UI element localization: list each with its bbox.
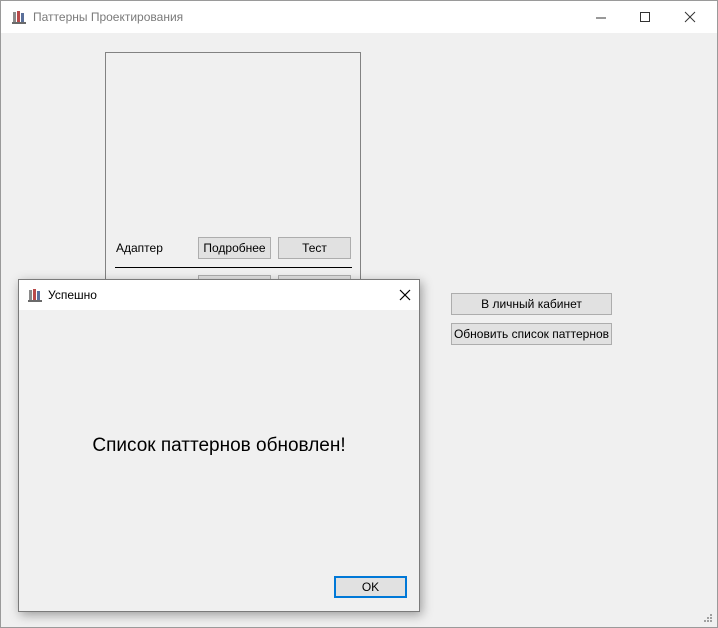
window-title: Паттерны Проектирования	[33, 10, 184, 24]
close-icon	[684, 11, 696, 23]
dialog-titlebar[interactable]: Успешно	[19, 280, 419, 310]
resize-grip-icon[interactable]	[703, 613, 713, 623]
minimize-icon	[596, 17, 606, 19]
refresh-patterns-button[interactable]: Обновить список паттернов	[451, 323, 612, 345]
app-icon	[12, 10, 26, 24]
dialog-message: Список паттернов обновлен!	[92, 435, 346, 456]
main-titlebar[interactable]: Паттерны Проектирования	[1, 1, 717, 33]
dialog-app-icon	[28, 288, 42, 302]
close-button[interactable]	[667, 1, 713, 33]
dialog-close-button[interactable]	[389, 280, 419, 310]
maximize-icon	[640, 12, 650, 22]
close-icon	[399, 289, 411, 301]
pattern-name: Адаптер	[116, 241, 163, 255]
personal-cabinet-button[interactable]: В личный кабинет	[451, 293, 612, 315]
minimize-button[interactable]	[578, 1, 624, 33]
ok-button[interactable]: OK	[334, 576, 407, 598]
row-separator	[115, 267, 352, 268]
maximize-button[interactable]	[622, 1, 668, 33]
details-button[interactable]: Подробнее	[198, 237, 271, 259]
test-button[interactable]: Тест	[278, 237, 351, 259]
dialog-title: Успешно	[48, 288, 97, 302]
success-dialog: Успешно Список паттернов обновлен! OK	[18, 279, 420, 612]
pattern-list-panel[interactable]: Адаптер Подробнее Тест	[105, 52, 361, 297]
